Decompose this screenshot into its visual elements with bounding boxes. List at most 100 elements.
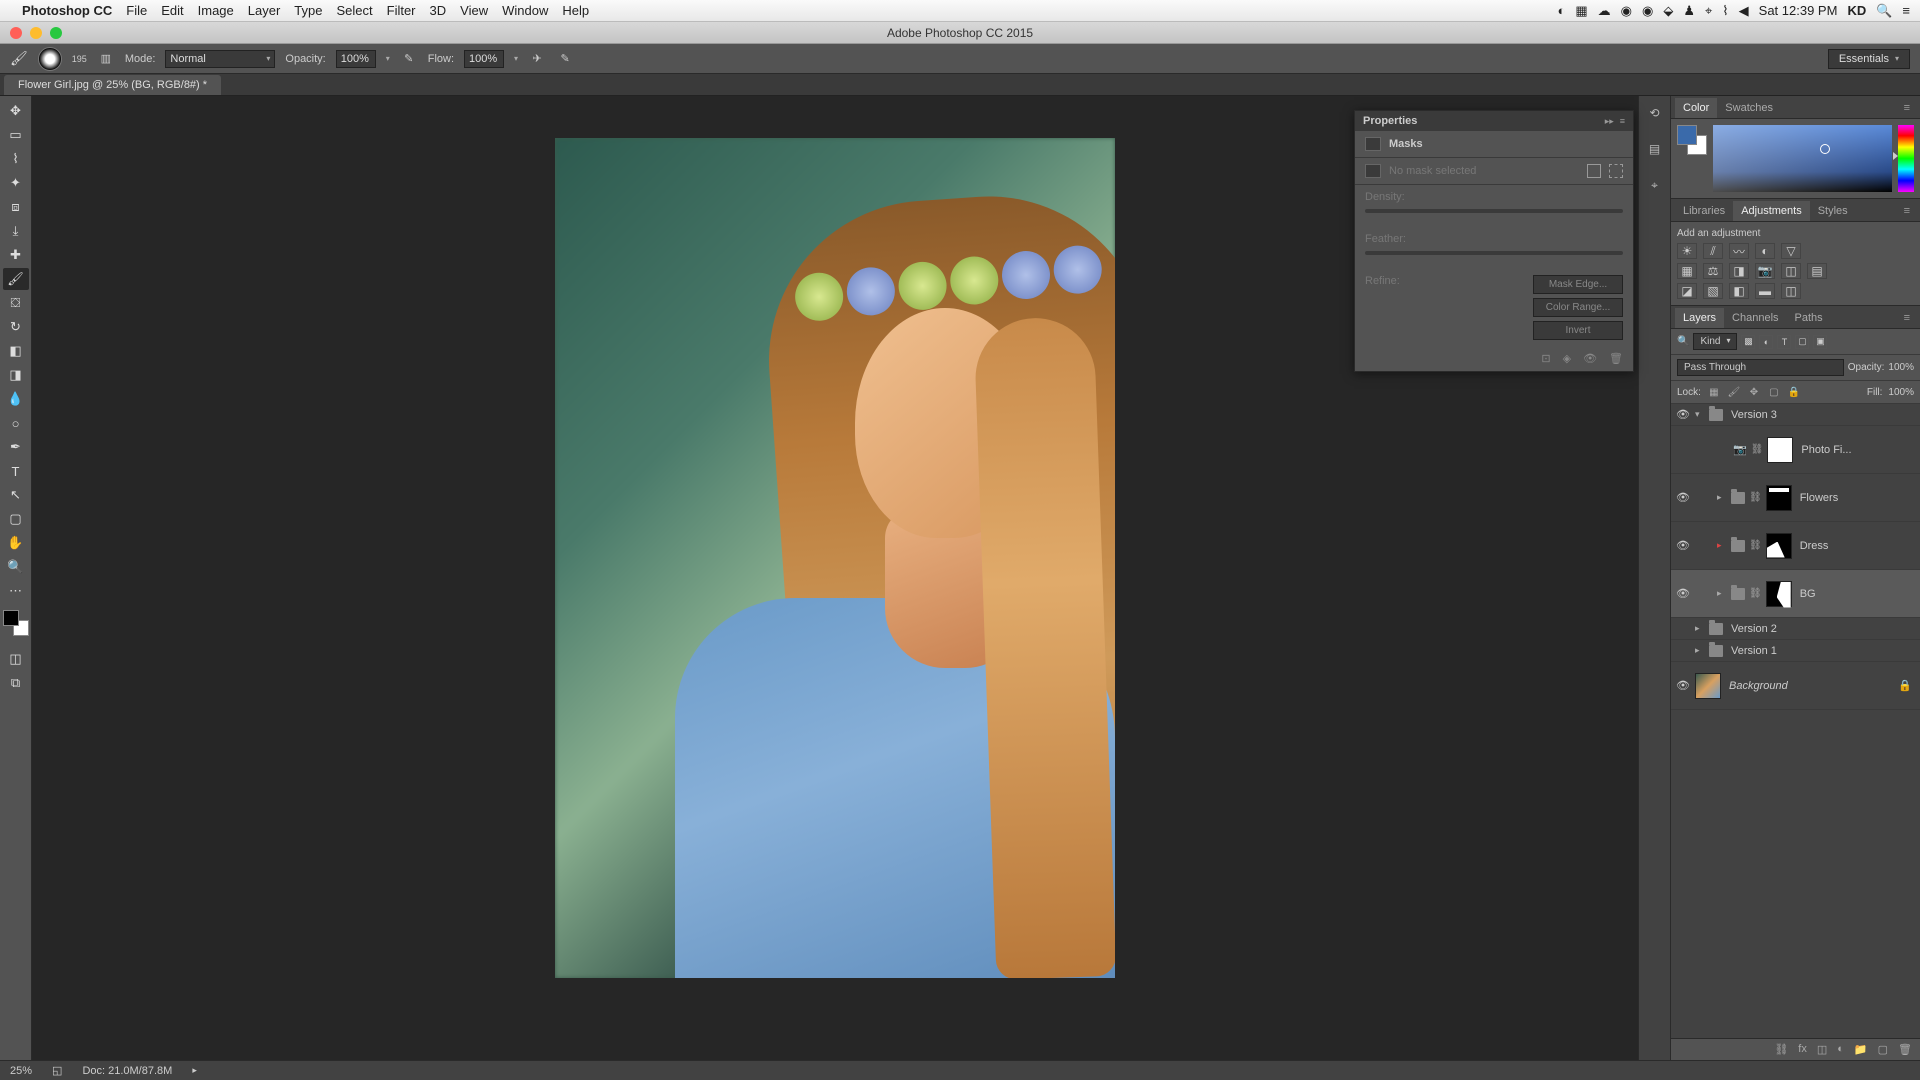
brush-panel-toggle-icon[interactable]: ▥	[97, 50, 115, 68]
menu-filter[interactable]: Filter	[387, 3, 416, 18]
quick-mask-icon[interactable]: ◫	[3, 648, 29, 670]
menu-type[interactable]: Type	[294, 3, 322, 18]
eyedropper-tool[interactable]: ⤓	[3, 220, 29, 242]
expand-toggle[interactable]: ▸	[1695, 623, 1705, 634]
levels-icon[interactable]: ⫽	[1703, 243, 1723, 259]
menu-layer[interactable]: Layer	[248, 3, 281, 18]
pen-tool[interactable]: ✒	[3, 436, 29, 458]
brightness-icon[interactable]: ☀	[1677, 243, 1697, 259]
layer-thumbnail[interactable]	[1695, 673, 1721, 699]
mask-thumbnail[interactable]	[1766, 485, 1792, 511]
flow-input[interactable]: 100%	[464, 50, 504, 68]
layer-name[interactable]: Version 2	[1731, 623, 1777, 635]
canvas[interactable]: Properties ▸▸≡ Masks No mask selected De…	[32, 96, 1638, 1060]
brush-size[interactable]: 195	[72, 54, 87, 64]
lock-pixels-icon[interactable]: 🖌	[1727, 385, 1741, 399]
edit-toolbar[interactable]: ⋯	[3, 580, 29, 602]
opacity-input[interactable]: 100%	[336, 50, 376, 68]
layer-background[interactable]: 👁 Background 🔒	[1671, 662, 1920, 710]
panel-menu-icon[interactable]: ≡	[1898, 308, 1916, 328]
spotlight-icon[interactable]: 🔍	[1876, 3, 1892, 19]
cloud-icon[interactable]: ☁	[1598, 3, 1611, 19]
menu-help[interactable]: Help	[562, 3, 589, 18]
expand-toggle[interactable]: ▸	[1717, 588, 1727, 599]
zoom-tool[interactable]: 🔍	[3, 556, 29, 578]
mask-thumbnail[interactable]	[1767, 437, 1793, 463]
expand-toggle[interactable]: ▸	[1717, 492, 1727, 503]
tab-paths[interactable]: Paths	[1787, 308, 1831, 328]
tab-channels[interactable]: Channels	[1724, 308, 1786, 328]
selective-color-icon[interactable]: ◫	[1781, 283, 1801, 299]
color-swatches[interactable]	[3, 610, 29, 636]
info-panel-icon[interactable]: ⌖	[1644, 174, 1666, 196]
mask-thumbnail[interactable]	[1766, 581, 1792, 607]
pressure-opacity-icon[interactable]: ✎	[400, 50, 418, 68]
panel-menu-icon[interactable]: ≡	[1898, 98, 1916, 118]
layer-name[interactable]: Dress	[1800, 540, 1829, 552]
workspace-dropdown[interactable]: Essentials▾	[1828, 49, 1910, 69]
rectangle-tool[interactable]: ▢	[3, 508, 29, 530]
layer-name[interactable]: Photo Fi...	[1801, 444, 1851, 456]
layer-opacity-value[interactable]: 100%	[1888, 362, 1914, 373]
finder-icon[interactable]: ♟	[1683, 3, 1695, 19]
wifi-icon[interactable]: ⌇	[1722, 3, 1728, 19]
photo-filter-icon[interactable]: 📷	[1755, 263, 1775, 279]
layer-name[interactable]: BG	[1800, 588, 1816, 600]
expose-icon[interactable]: ◱	[52, 1064, 62, 1077]
menu-image[interactable]: Image	[198, 3, 234, 18]
threshold-icon[interactable]: ◧	[1729, 283, 1749, 299]
mask-thumbnail[interactable]	[1766, 533, 1792, 559]
layer-name[interactable]: Version 3	[1731, 409, 1777, 421]
gradient-map-icon[interactable]: ▬	[1755, 283, 1775, 299]
collapse-icon[interactable]: ▸▸	[1605, 116, 1614, 127]
invert-icon[interactable]: ◪	[1677, 283, 1697, 299]
bw-icon[interactable]: ◨	[1729, 263, 1749, 279]
quick-select-tool[interactable]: ✦	[3, 172, 29, 194]
close-button[interactable]	[10, 27, 22, 39]
actions-panel-icon[interactable]: ▤	[1644, 138, 1666, 160]
tab-libraries[interactable]: Libraries	[1675, 201, 1733, 221]
tab-color[interactable]: Color	[1675, 98, 1717, 118]
curves-icon[interactable]: 〰	[1729, 243, 1749, 259]
notifications-icon[interactable]: ≡	[1902, 3, 1910, 18]
menu-select[interactable]: Select	[336, 3, 372, 18]
healing-tool[interactable]: ✚	[3, 244, 29, 266]
expand-toggle[interactable]: ▸	[1695, 645, 1705, 656]
path-select-tool[interactable]: ↖	[3, 484, 29, 506]
visibility-toggle[interactable]: 👁	[1675, 491, 1691, 504]
filter-adjust-icon[interactable]: ◐	[1759, 335, 1773, 349]
exposure-icon[interactable]: ◐	[1755, 243, 1775, 259]
menu-file[interactable]: File	[126, 3, 147, 18]
lock-all-icon[interactable]: 🔒	[1787, 385, 1801, 399]
document-image[interactable]	[555, 138, 1115, 978]
brush-preview[interactable]	[38, 47, 62, 71]
blend-mode-dropdown[interactable]: Pass Through	[1677, 359, 1844, 376]
flow-caret[interactable]: ▾	[514, 54, 518, 63]
lasso-tool[interactable]: ⌇	[3, 148, 29, 170]
color-fgbg[interactable]	[1677, 125, 1707, 155]
tool-preset-icon[interactable]: 🖌	[10, 50, 28, 67]
new-group-icon[interactable]: 📁	[1854, 1043, 1868, 1056]
new-adjustment-icon[interactable]: ◐	[1837, 1043, 1844, 1056]
lock-artboard-icon[interactable]: ▢	[1767, 385, 1781, 399]
fill-value[interactable]: 100%	[1888, 387, 1914, 398]
app-menu[interactable]: Photoshop CC	[22, 3, 112, 18]
mask-type-icon[interactable]	[1365, 137, 1381, 151]
clock[interactable]: Sat 12:39 PM	[1759, 3, 1838, 18]
lock-position-icon[interactable]: ✥	[1747, 385, 1761, 399]
visibility-toggle[interactable]: 👁	[1675, 539, 1691, 552]
bluetooth-icon[interactable]: ⌖	[1705, 3, 1712, 19]
filter-pixel-icon[interactable]: ▩	[1741, 335, 1755, 349]
panel-menu-icon[interactable]: ≡	[1620, 116, 1625, 127]
doc-info[interactable]: Doc: 21.0M/87.8M	[82, 1065, 172, 1077]
layer-group[interactable]: 👁 ▸ ⛓ Dress	[1671, 522, 1920, 570]
layer-name[interactable]: Flowers	[1800, 492, 1839, 504]
tab-layers[interactable]: Layers	[1675, 308, 1724, 328]
volume-icon[interactable]: ◀	[1739, 3, 1749, 19]
layer-name[interactable]: Background	[1729, 680, 1788, 692]
link-layers-icon[interactable]: ⛓	[1774, 1043, 1788, 1056]
filter-smart-icon[interactable]: ▣	[1813, 335, 1827, 349]
panel-menu-icon[interactable]: ≡	[1898, 201, 1916, 221]
crop-tool[interactable]: ⧈	[3, 196, 29, 218]
channel-mixer-icon[interactable]: ◫	[1781, 263, 1801, 279]
